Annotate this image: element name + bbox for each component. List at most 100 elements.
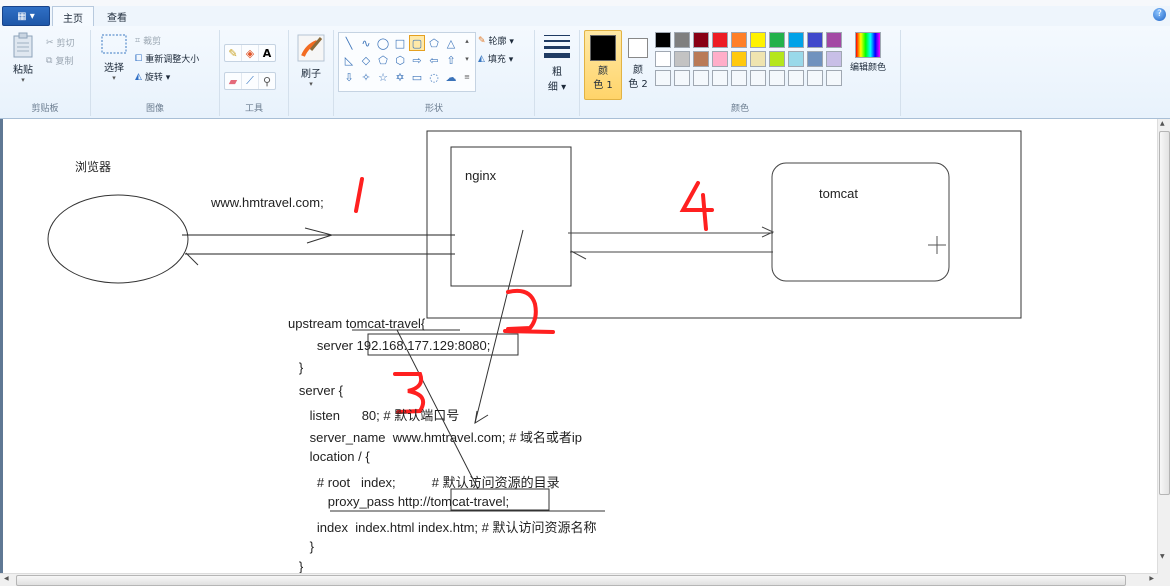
shapes-scroll[interactable]: ▴ ▾ ≡ bbox=[462, 32, 472, 88]
paste-button[interactable]: 粘贴 ▾ bbox=[8, 32, 38, 84]
clipboard-icon bbox=[13, 32, 33, 58]
magnifier-icon[interactable]: ⚲ bbox=[259, 73, 275, 89]
scroll-down-arrow-icon[interactable]: ▼ bbox=[1160, 553, 1165, 560]
rectangle-shape-icon[interactable]: □ bbox=[392, 35, 408, 51]
fill-icon: ◭ bbox=[478, 53, 485, 64]
config-line: # root index; # 默认访问资源的目录 bbox=[288, 475, 560, 490]
crop-icon: ⌗ bbox=[135, 35, 141, 46]
config-line: proxy_pass http://tomcat-travel; bbox=[288, 494, 510, 509]
diagram-svg bbox=[47, 130, 1022, 512]
config-line: } bbox=[288, 559, 304, 574]
file-menu-button[interactable]: ▦ ▾ bbox=[2, 6, 50, 26]
line-width-icon bbox=[544, 35, 570, 58]
resize-button[interactable]: ⧠ 重新调整大小 bbox=[135, 52, 200, 66]
scroll-corner bbox=[1158, 574, 1170, 586]
tab-view[interactable]: 查看 bbox=[98, 6, 136, 26]
nginx-label: nginx bbox=[465, 168, 497, 183]
rotate-label: 旋转 ▾ bbox=[144, 73, 171, 83]
outline-button[interactable]: ✎ 轮廓 ▾ bbox=[478, 34, 514, 48]
copy-label: 复制 bbox=[55, 57, 74, 67]
browser-label: 浏览器 bbox=[75, 160, 112, 174]
crop-button[interactable]: ⌗ 裁剪 bbox=[135, 34, 162, 48]
request-url-label: www.hmtravel.com; bbox=[211, 195, 324, 210]
right-arrow-shape-icon[interactable]: ⇨ bbox=[409, 52, 425, 68]
left-arrow-shape-icon[interactable]: ⇦ bbox=[426, 52, 442, 68]
config-line: } bbox=[288, 539, 315, 554]
browser-ellipse bbox=[47, 194, 189, 284]
vertical-scrollbar[interactable]: ▲ ▼ bbox=[1157, 119, 1170, 574]
select-rect-icon bbox=[101, 34, 127, 54]
colors-group: 颜色 bbox=[580, 30, 901, 116]
scroll-left-arrow-icon[interactable]: ◀ bbox=[4, 575, 9, 582]
six-point-star-icon[interactable]: ✡ bbox=[392, 69, 408, 85]
fill-label: 填充 ▾ bbox=[487, 55, 514, 65]
diamond-shape-icon[interactable]: ◇ bbox=[358, 52, 374, 68]
hexagon-shape-icon[interactable]: ⬡ bbox=[392, 52, 408, 68]
outline-icon: ✎ bbox=[478, 35, 486, 46]
crop-label: 裁剪 bbox=[143, 37, 162, 47]
rotate-button[interactable]: ◭ 旋转 ▾ bbox=[135, 70, 171, 84]
drawing-canvas[interactable]: 浏览器 www.hmtravel.com; nginx tomcat upstr… bbox=[0, 119, 1161, 574]
size-label-1: 粗 bbox=[552, 67, 562, 78]
response-arrowhead bbox=[185, 252, 199, 266]
shapes-group-label: 形状 bbox=[424, 104, 443, 114]
curve-shape-icon[interactable]: ∿ bbox=[358, 35, 374, 51]
brushes-button[interactable]: 刷子 ▾ bbox=[295, 34, 327, 88]
cloud-callout-icon[interactable]: ☁ bbox=[443, 69, 459, 85]
pentagon-shape-icon[interactable]: ⬠ bbox=[375, 52, 391, 68]
step-4-mark bbox=[679, 181, 714, 231]
scroll-up-arrow-icon[interactable]: ▲ bbox=[1160, 120, 1165, 127]
up-arrow-shape-icon[interactable]: ⇧ bbox=[443, 52, 459, 68]
vertical-scroll-thumb[interactable] bbox=[1159, 131, 1170, 495]
tools-row-2: ▰ ⟋ ⚲ bbox=[224, 72, 276, 90]
rect-callout-icon[interactable]: ▭ bbox=[409, 69, 425, 85]
step-1-mark bbox=[354, 177, 364, 213]
select-label: 选择 bbox=[104, 63, 124, 74]
down-arrow-shape-icon[interactable]: ⇩ bbox=[341, 69, 357, 85]
tomcat-label: tomcat bbox=[819, 186, 859, 201]
size-label-2: 细 ▾ bbox=[547, 82, 567, 93]
horizontal-scrollbar[interactable]: ◀ ▶ bbox=[0, 573, 1158, 586]
horizontal-scroll-thumb[interactable] bbox=[16, 575, 1126, 586]
brushes-group: 刷子 ▾ bbox=[289, 30, 334, 116]
text-icon[interactable]: A bbox=[259, 45, 275, 61]
size-button[interactable]: 粗 细 ▾ bbox=[541, 32, 573, 93]
tools-group: ✎ ◈ A ▰ ⟋ ⚲ 工具 bbox=[220, 30, 289, 116]
four-point-star-icon[interactable]: ✧ bbox=[358, 69, 374, 85]
tab-home[interactable]: 主页 bbox=[52, 6, 94, 27]
clipboard-group-label: 剪贴板 bbox=[31, 104, 59, 114]
scroll-right-arrow-icon[interactable]: ▶ bbox=[1149, 575, 1154, 582]
brushes-dropdown-icon[interactable]: ▾ bbox=[295, 80, 327, 88]
tools-row-1: ✎ ◈ A bbox=[224, 44, 276, 62]
select-button[interactable]: 选择 ▾ bbox=[97, 32, 131, 82]
scissors-icon: ✂ bbox=[46, 37, 54, 48]
eraser-icon[interactable]: ▰ bbox=[225, 73, 242, 89]
paste-dropdown-icon[interactable]: ▾ bbox=[8, 76, 38, 84]
color-picker-icon[interactable]: ⟋ bbox=[242, 73, 259, 89]
triangle-shape-icon[interactable]: △ bbox=[443, 35, 459, 51]
config-line: location / { bbox=[288, 449, 370, 464]
brushes-label: 刷子 bbox=[301, 69, 321, 80]
shapes-gallery: ╲ ∿ ◯ □ ▢ ⬠ △ ◺ ◇ ⬠ ⬡ ⇨ ⇦ ⇧ ⇩ ✧ ☆ ✡ ▭ ◌ ☁ bbox=[338, 32, 476, 92]
copy-button[interactable]: ⧉ 复制 bbox=[46, 54, 74, 68]
image-group: 选择 ▾ ⌗ 裁剪 ⧠ 重新调整大小 ◭ 旋转 ▾ 图像 bbox=[91, 30, 220, 116]
right-triangle-shape-icon[interactable]: ◺ bbox=[341, 52, 357, 68]
five-point-star-icon[interactable]: ☆ bbox=[375, 69, 391, 85]
help-icon[interactable]: ? bbox=[1153, 8, 1166, 21]
size-group: 粗 细 ▾ bbox=[535, 30, 580, 116]
fill-bucket-icon[interactable]: ◈ bbox=[242, 45, 259, 61]
select-dropdown-icon[interactable]: ▾ bbox=[97, 74, 131, 82]
oval-shape-icon[interactable]: ◯ bbox=[375, 35, 391, 51]
polygon-shape-icon[interactable]: ⬠ bbox=[426, 35, 442, 51]
brush-icon bbox=[297, 34, 325, 62]
resize-label: 重新调整大小 bbox=[145, 55, 200, 65]
image-group-label: 图像 bbox=[145, 104, 164, 114]
cut-button[interactable]: ✂ 剪切 bbox=[46, 36, 75, 50]
rounded-rectangle-shape-icon[interactable]: ▢ bbox=[409, 35, 425, 51]
fill-button[interactable]: ◭ 填充 ▾ bbox=[478, 52, 514, 66]
oval-callout-icon[interactable]: ◌ bbox=[426, 69, 442, 85]
ribbon-tab-row: ▦ ▾ 主页 查看 ? bbox=[0, 6, 1170, 27]
pencil-icon[interactable]: ✎ bbox=[225, 45, 242, 61]
config-line: server 192.168.177.129:8080; bbox=[288, 338, 491, 353]
line-shape-icon[interactable]: ╲ bbox=[341, 35, 357, 51]
